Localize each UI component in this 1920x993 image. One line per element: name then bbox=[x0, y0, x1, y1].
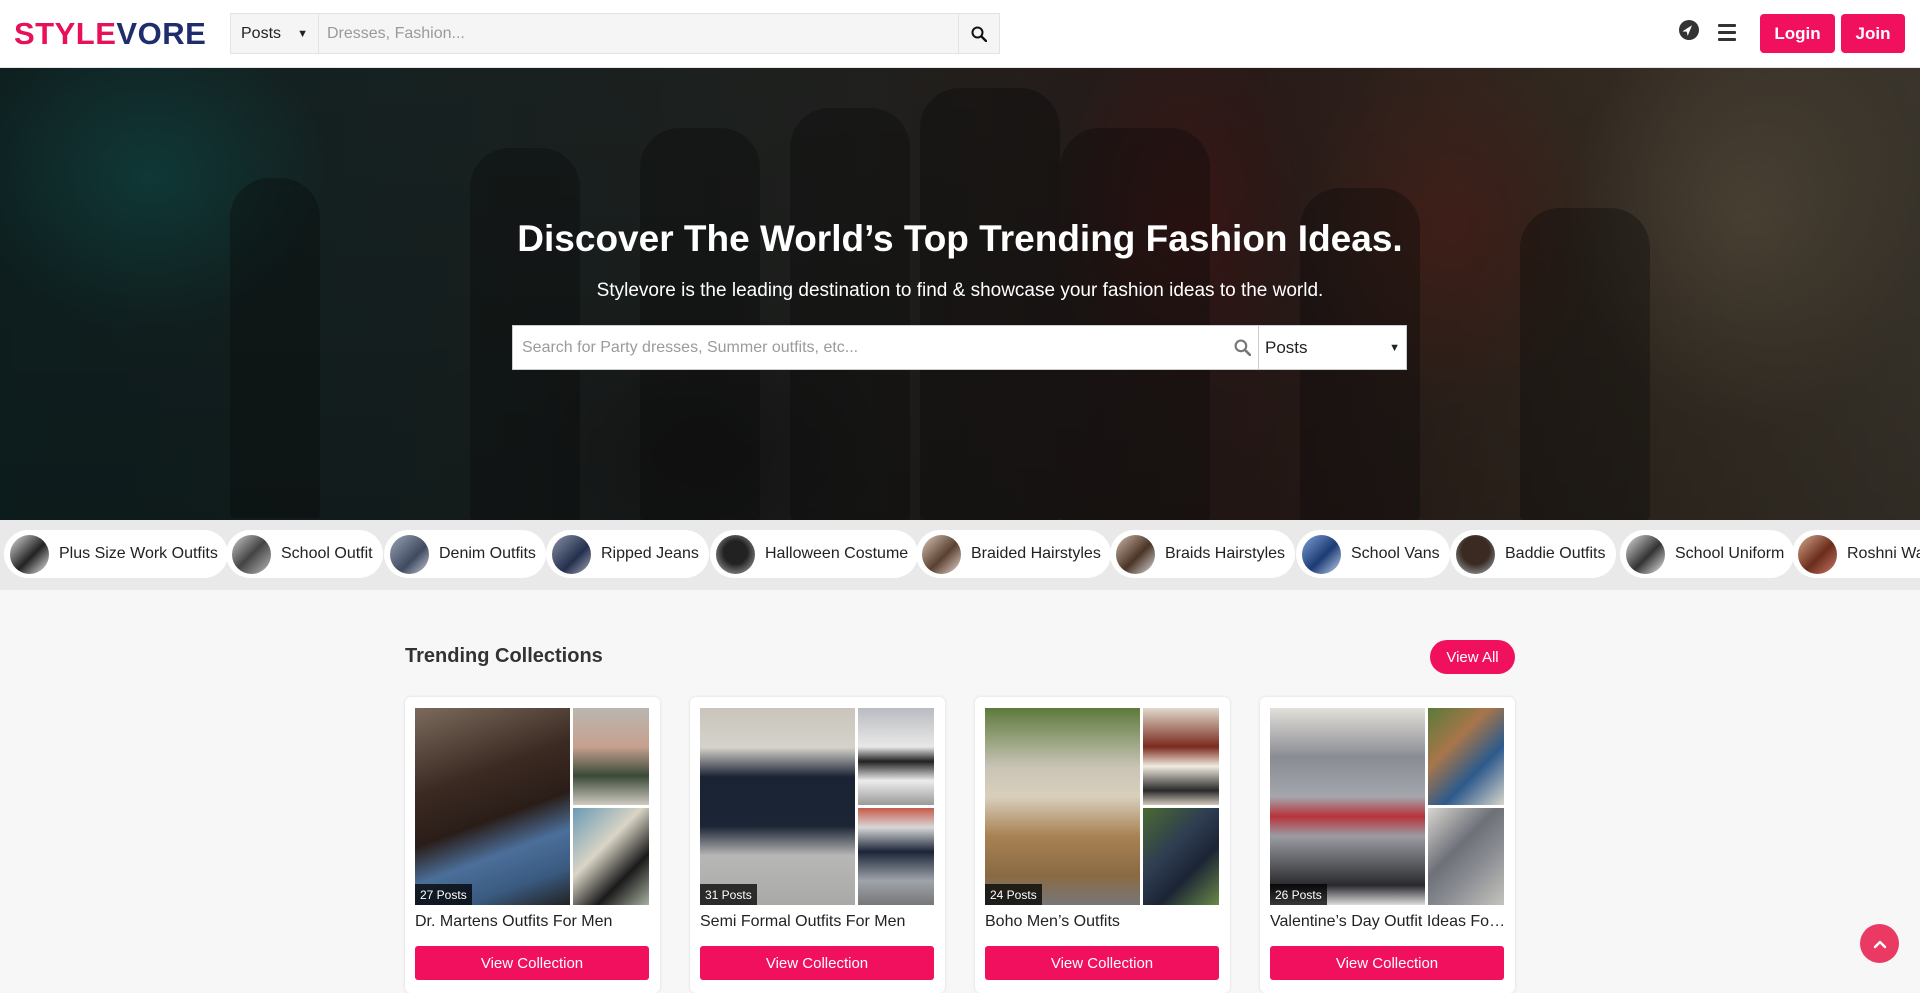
collection-title[interactable]: Dr. Martens Outfits For Men bbox=[415, 913, 651, 931]
tag-chip[interactable]: Denim Outfits bbox=[384, 530, 546, 578]
collection-image-thumb bbox=[1428, 708, 1504, 805]
tag-avatar bbox=[922, 534, 961, 574]
post-count-badge: 27 Posts bbox=[415, 884, 472, 905]
tag-label: Baddie Outfits bbox=[1505, 545, 1606, 562]
view-collection-button[interactable]: View Collection bbox=[985, 946, 1219, 980]
header-search-placeholder: Dresses, Fashion... bbox=[327, 24, 465, 42]
hero-title: Discover The World’s Top Trending Fashio… bbox=[517, 218, 1403, 259]
tag-label: School Vans bbox=[1351, 545, 1440, 562]
view-collection-button[interactable]: View Collection bbox=[1270, 946, 1504, 980]
collection-image-thumb bbox=[1143, 808, 1219, 905]
header-search-type-select[interactable]: Posts ▼ bbox=[231, 14, 319, 53]
tag-avatar bbox=[232, 534, 271, 574]
tag-avatar bbox=[1302, 534, 1341, 574]
tag-label: Braided Hairstyles bbox=[971, 545, 1101, 562]
trending-tags-strip: Plus Size Work Outfits School Outfit Den… bbox=[0, 520, 1920, 590]
collection-card[interactable]: 26 Posts Valentine’s Day Outfit Ideas Fo… bbox=[1260, 697, 1515, 993]
scroll-to-top-button[interactable] bbox=[1860, 924, 1899, 963]
tag-chip[interactable]: School Vans bbox=[1296, 530, 1450, 578]
tag-chip[interactable]: Roshni Walia bbox=[1792, 530, 1920, 578]
tag-chip[interactable]: Halloween Costume bbox=[710, 530, 919, 578]
tag-avatar bbox=[552, 534, 591, 574]
view-all-button[interactable]: View All bbox=[1430, 640, 1515, 674]
view-collection-button[interactable]: View Collection bbox=[700, 946, 934, 980]
site-logo[interactable]: STYLEVORE bbox=[14, 16, 206, 52]
tag-avatar bbox=[716, 534, 755, 574]
tag-label: Ripped Jeans bbox=[601, 545, 699, 562]
trending-collections-heading: Trending Collections bbox=[405, 645, 603, 667]
collection-card[interactable]: 31 Posts Semi Formal Outfits For Men Vie… bbox=[690, 697, 945, 993]
hero-banner: Discover The World’s Top Trending Fashio… bbox=[0, 68, 1920, 520]
collection-title[interactable]: Boho Men’s Outfits bbox=[985, 913, 1221, 931]
hero-subtitle: Stylevore is the leading destination to … bbox=[596, 280, 1324, 301]
search-icon bbox=[971, 26, 987, 42]
collection-image-main bbox=[985, 708, 1140, 905]
login-button[interactable]: Login bbox=[1760, 14, 1835, 53]
tag-chip[interactable]: School Uniform bbox=[1620, 530, 1795, 578]
tag-chip[interactable]: Ripped Jeans bbox=[546, 530, 709, 578]
tag-label: School Uniform bbox=[1675, 545, 1785, 562]
collection-image-thumb bbox=[1143, 708, 1219, 805]
hero-search-button[interactable] bbox=[1226, 326, 1258, 369]
tag-chip[interactable]: Baddie Outfits bbox=[1450, 530, 1616, 578]
collection-image-thumb bbox=[858, 808, 934, 905]
collection-image-thumb bbox=[858, 708, 934, 805]
collection-title[interactable]: Semi Formal Outfits For Men bbox=[700, 913, 936, 931]
tag-avatar bbox=[1798, 534, 1837, 574]
search-icon bbox=[1234, 339, 1251, 356]
post-count-badge: 24 Posts bbox=[985, 884, 1042, 905]
tag-label: Braids Hairstyles bbox=[1165, 545, 1286, 562]
compass-icon[interactable] bbox=[1679, 20, 1699, 40]
hero-search-bar: Search for Party dresses, Summer outfits… bbox=[512, 325, 1407, 370]
tag-avatar bbox=[1456, 534, 1495, 574]
header-search-type-value: Posts bbox=[241, 24, 282, 42]
hero-search-placeholder: Search for Party dresses, Summer outfits… bbox=[522, 338, 859, 356]
tag-avatar bbox=[390, 534, 429, 574]
hero-search-input[interactable]: Search for Party dresses, Summer outfits… bbox=[513, 326, 1226, 369]
tag-chip[interactable]: Plus Size Work Outfits bbox=[4, 530, 228, 578]
tag-label: Plus Size Work Outfits bbox=[59, 545, 218, 562]
tag-label: Roshni Walia bbox=[1847, 545, 1920, 562]
collection-image-thumb bbox=[1428, 808, 1504, 905]
post-count-badge: 26 Posts bbox=[1270, 884, 1327, 905]
collection-card[interactable]: 24 Posts Boho Men’s Outfits View Collect… bbox=[975, 697, 1230, 993]
hero-search-type-value: Posts bbox=[1265, 337, 1308, 357]
header-search-button[interactable] bbox=[958, 14, 999, 53]
post-count-badge: 31 Posts bbox=[700, 884, 757, 905]
hero-search-type-select[interactable]: Posts ▼ bbox=[1258, 326, 1406, 369]
tag-avatar bbox=[1626, 534, 1665, 574]
collection-image-main bbox=[415, 708, 570, 905]
tag-label: Denim Outfits bbox=[439, 545, 536, 562]
tag-chip[interactable]: Braids Hairstyles bbox=[1110, 530, 1296, 578]
logo-text-style: STYLE bbox=[14, 16, 117, 51]
tag-avatar bbox=[10, 534, 49, 574]
tag-label: School Outfit bbox=[281, 545, 373, 562]
join-button[interactable]: Join bbox=[1841, 14, 1905, 53]
view-collection-button[interactable]: View Collection bbox=[415, 946, 649, 980]
tag-chip[interactable]: Braided Hairstyles bbox=[916, 530, 1111, 578]
hamburger-menu-icon[interactable] bbox=[1718, 24, 1738, 42]
collection-image-main bbox=[1270, 708, 1425, 905]
logo-text-vore: VORE bbox=[116, 16, 207, 51]
collection-image-thumb bbox=[573, 808, 649, 905]
site-header: STYLEVORE Posts ▼ Dresses, Fashion... Lo… bbox=[0, 0, 1920, 68]
chevron-up-icon bbox=[1873, 940, 1886, 948]
collection-title[interactable]: Valentine’s Day Outfit Ideas For Men bbox=[1270, 913, 1506, 931]
header-search-input[interactable]: Dresses, Fashion... bbox=[319, 14, 958, 53]
collection-image-thumb bbox=[573, 708, 649, 805]
tag-label: Halloween Costume bbox=[765, 545, 909, 562]
tag-chip[interactable]: School Outfit bbox=[226, 530, 383, 578]
chevron-down-icon: ▼ bbox=[297, 27, 308, 40]
chevron-down-icon: ▼ bbox=[1389, 341, 1400, 354]
collection-card[interactable]: 27 Posts Dr. Martens Outfits For Men Vie… bbox=[405, 697, 660, 993]
header-search-bar: Posts ▼ Dresses, Fashion... bbox=[230, 13, 1000, 54]
collection-image-main bbox=[700, 708, 855, 905]
tag-avatar bbox=[1116, 534, 1155, 574]
